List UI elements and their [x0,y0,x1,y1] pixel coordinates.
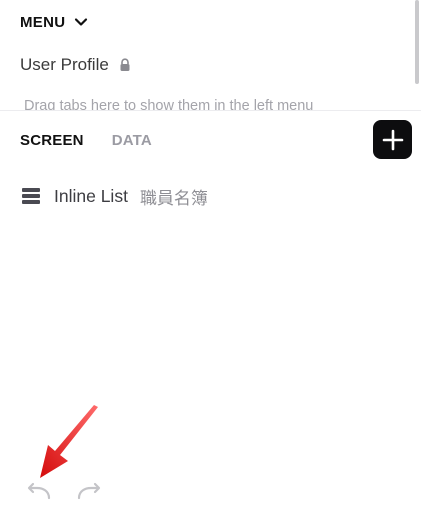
redo-button[interactable] [75,482,103,500]
list-item-name: Inline List [54,185,128,206]
chevron-down-icon [73,14,89,30]
annotation-arrow-icon [40,405,98,478]
lock-icon [119,58,131,72]
drag-tabs-hint: Drag tabs here to show them in the left … [24,98,314,110]
menu-item-user-profile[interactable]: User Profile [20,54,131,76]
tab-screen[interactable]: SCREEN [20,132,84,149]
add-button[interactable] [373,120,412,159]
menu-title: MENU [20,13,66,31]
list-item-inline-list[interactable]: Inline List 職員名簿 [22,184,208,209]
tab-data[interactable]: DATA [112,132,152,149]
redo-icon [77,482,101,500]
undo-button[interactable] [25,482,53,500]
undo-icon [27,482,51,500]
tab-bar: SCREEN DATA [20,132,152,149]
plus-icon [382,129,403,150]
list-icon [22,188,40,204]
user-profile-label: User Profile [20,55,109,74]
menu-toggle[interactable]: MENU [20,12,89,32]
list-item-source: 職員名簿 [139,188,208,209]
section-divider [0,110,421,111]
scrollbar[interactable] [415,0,419,84]
